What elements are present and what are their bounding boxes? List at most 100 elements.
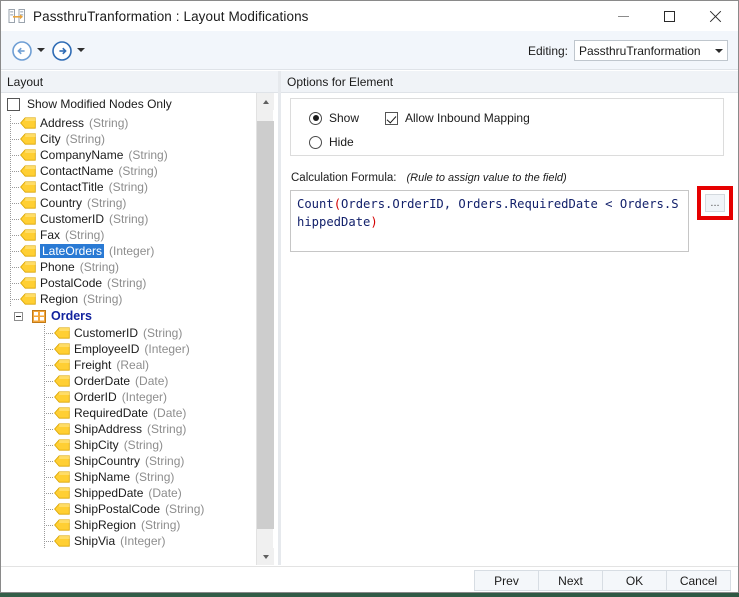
tree-item-orders-shipaddress[interactable]: ShipAddress(String) [6,421,254,437]
tree-connector [40,357,54,373]
visibility-group: Show Allow Inbound Mapping Hide [290,98,724,156]
minimize-button[interactable] [600,1,646,31]
tree-item-city[interactable]: City(String) [6,131,254,147]
tree-item-lateorders[interactable]: LateOrders(Integer) [6,243,254,259]
field-icon [20,181,36,193]
show-radio[interactable] [309,112,322,125]
tree-connector [6,147,20,163]
field-icon [54,359,70,371]
allow-inbound-mapping-label: Allow Inbound Mapping [405,111,530,125]
tree-item-label: ShipCountry [74,454,140,468]
tree-item-orders-shippostalcode[interactable]: ShipPostalCode(String) [6,501,254,517]
forward-dropdown-button[interactable] [77,48,85,54]
tree-item-phone[interactable]: Phone(String) [6,259,254,275]
hide-radio-row[interactable]: Hide [309,135,354,149]
tree-item-region[interactable]: Region(String) [6,291,254,307]
tree-item-type: (String) [124,438,163,452]
tree-item-orders-employeeid[interactable]: EmployeeID(Integer) [6,341,254,357]
tree-item-address[interactable]: Address(String) [6,115,254,131]
tree-item-orders-requireddate[interactable]: RequiredDate(Date) [6,405,254,421]
tree-item-postalcode[interactable]: PostalCode(String) [6,275,254,291]
tree-item-type: (String) [109,180,148,194]
tree-item-orders-shipcity[interactable]: ShipCity(String) [6,437,254,453]
tree-item-type: (Integer) [109,244,154,258]
options-panel: Show Allow Inbound Mapping Hide Calculat… [281,93,738,565]
tree-connector [40,341,54,357]
tree-connector [6,259,20,275]
navigation-toolbar: Editing: PassthruTranformation [1,31,738,70]
tree-connector [40,501,54,517]
calculation-formula-input[interactable]: Count(Orders.OrderID, Orders.RequiredDat… [290,190,689,252]
show-radio-label: Show [329,111,359,125]
dialog-button-group: PrevNextOKCancel [475,570,731,591]
tree-item-type: (String) [135,470,174,484]
tree-item-label: ShipRegion [74,518,136,532]
show-modified-nodes-checkbox[interactable] [7,98,20,111]
tree-connector [6,163,20,179]
table-grid-icon [32,310,46,323]
tree-item-label: EmployeeID [74,342,139,356]
cancel-button[interactable]: Cancel [666,570,731,591]
tree-connector [6,275,20,291]
tree-item-label: ShipName [74,470,130,484]
tree-item-companyname[interactable]: CompanyName(String) [6,147,254,163]
editing-combobox[interactable]: PassthruTranformation [574,40,728,61]
close-button[interactable] [692,1,738,31]
tree-item-label: CustomerID [74,326,138,340]
tree-item-type: (Date) [148,486,181,500]
tree-item-type: (String) [65,228,104,242]
show-modified-nodes-row[interactable]: Show Modified Nodes Only [1,93,278,115]
tree-item-orders-shippeddate[interactable]: ShippedDate(Date) [6,485,254,501]
tree-item-orders-orderid[interactable]: OrderID(Integer) [6,389,254,405]
tree-item-label: Fax [40,228,60,242]
show-radio-row[interactable]: Show [309,111,359,125]
scroll-up-button[interactable] [257,93,274,110]
forward-button[interactable] [51,40,73,62]
tree-connector [40,373,54,389]
ok-button[interactable]: OK [602,570,667,591]
tree-item-contacttitle[interactable]: ContactTitle(String) [6,179,254,195]
tree-item-orders-shipvia[interactable]: ShipVia(Integer) [6,533,254,549]
field-icon [20,213,36,225]
allow-inbound-mapping-row[interactable]: Allow Inbound Mapping [385,111,530,125]
tree-item-label: Address [40,116,84,130]
tree-item-orders-customerid[interactable]: CustomerID(String) [6,325,254,341]
tree-item-customerid[interactable]: CustomerID(String) [6,211,254,227]
field-icon [54,439,70,451]
back-button[interactable] [11,40,33,62]
scroll-down-button[interactable] [257,548,274,565]
allow-inbound-mapping-checkbox[interactable] [385,112,398,125]
collapse-expander-icon[interactable] [14,312,23,321]
scrollbar-thumb[interactable] [257,121,274,529]
tree-item-orders-freight[interactable]: Freight(Real) [6,357,254,373]
tree-item-orders-shipname[interactable]: ShipName (String) [6,469,254,485]
tree-item-label: Freight [74,358,111,372]
tree-item-type: (String) [147,422,186,436]
title-bar: PassthruTranformation : Layout Modificat… [1,1,738,31]
layout-tree[interactable]: Address(String)City(String)CompanyName(S… [6,115,254,563]
prev-button[interactable]: Prev [474,570,539,591]
hide-radio[interactable] [309,136,322,149]
tree-item-fax[interactable]: Fax (String) [6,227,254,243]
tree-item-country[interactable]: Country(String) [6,195,254,211]
back-dropdown-button[interactable] [37,48,45,54]
tree-connector [6,211,20,227]
tree-item-orders-shipcountry[interactable]: ShipCountry(String) [6,453,254,469]
window-title: PassthruTranformation : Layout Modificat… [33,9,309,24]
tree-item-contactname[interactable]: ContactName(String) [6,163,254,179]
field-icon [20,277,36,289]
tree-item-orders-shipregion[interactable]: ShipRegion(String) [6,517,254,533]
options-panel-header: Options for Element [281,71,738,93]
tree-group-orders[interactable]: Orders [6,307,254,325]
tree-item-label: OrderID [74,390,117,404]
tree-item-orders-orderdate[interactable]: OrderDate(Date) [6,373,254,389]
tree-item-label: RequiredDate [74,406,148,420]
formula-editor-ellipsis-button[interactable]: ... [705,194,725,212]
tree-scrollbar[interactable] [256,93,273,565]
formula-paren: ( [334,197,341,211]
tree-connector [40,325,54,341]
field-icon [54,375,70,387]
tree-item-type: (String) [107,276,146,290]
next-button[interactable]: Next [538,570,603,591]
maximize-button[interactable] [646,1,692,31]
